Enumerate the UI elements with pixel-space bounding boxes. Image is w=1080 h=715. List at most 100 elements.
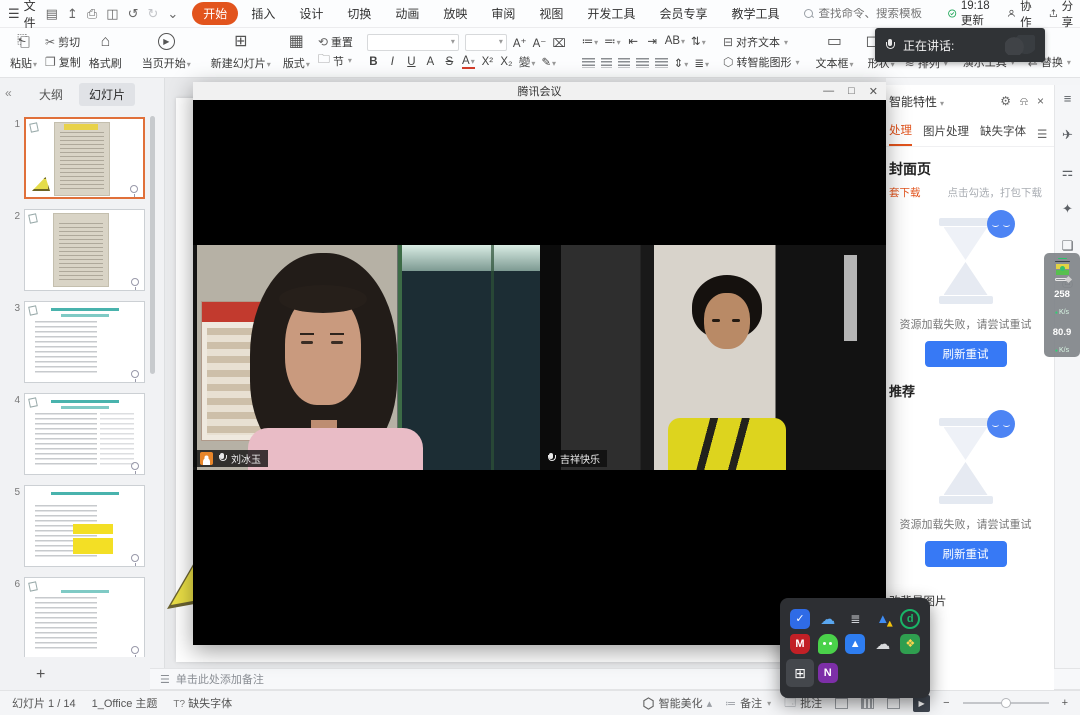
maximize-button[interactable]: □ bbox=[848, 85, 855, 98]
pane-tab-image[interactable]: 图片处理 bbox=[923, 123, 969, 145]
pane-title[interactable]: 智能特性 bbox=[889, 93, 944, 110]
char-spacing-button[interactable]: AB bbox=[665, 35, 685, 47]
slide-thumbnail-4[interactable]: 4 bbox=[0, 388, 165, 480]
slide-thumbnail-5[interactable]: 5 bbox=[0, 480, 165, 572]
tray-wechat-icon[interactable] bbox=[818, 634, 838, 654]
gear-icon[interactable]: ⚙ bbox=[1000, 94, 1011, 109]
tab-outline[interactable]: 大纲 bbox=[29, 83, 73, 106]
text-box-button[interactable]: ▭ 文本框 bbox=[809, 30, 859, 75]
format-painter-button[interactable]: ⌂ 格式刷 bbox=[83, 30, 128, 75]
tab-slides[interactable]: 幻灯片 bbox=[79, 83, 135, 106]
video-tile-1[interactable]: 刘冰玉 bbox=[193, 245, 540, 470]
redo-icon[interactable]: ↻ bbox=[147, 6, 158, 22]
align-center-button[interactable] bbox=[601, 58, 612, 68]
superscript-button[interactable]: X² bbox=[481, 56, 494, 68]
minimize-button[interactable]: — bbox=[823, 85, 834, 98]
meeting-titlebar[interactable]: 腾讯会议 — □ ✕ bbox=[193, 82, 886, 100]
pane-tab-missing-font[interactable]: 缺失字体 bbox=[980, 123, 1026, 145]
tray-d-app-icon[interactable]: d bbox=[900, 609, 920, 629]
align-right-button[interactable] bbox=[618, 58, 630, 68]
sort-button[interactable]: ⇅ bbox=[691, 34, 706, 48]
tab-view[interactable]: 视图 bbox=[528, 2, 574, 25]
tab-animation[interactable]: 动画 bbox=[384, 2, 430, 25]
section-button[interactable]: 🗀节 bbox=[318, 50, 353, 71]
italic-button[interactable]: I bbox=[386, 56, 399, 68]
retry-button-2[interactable]: 刷新重试 bbox=[925, 541, 1007, 567]
copy-button[interactable]: ❐复制 bbox=[45, 54, 81, 70]
print-icon[interactable]: ⎙ bbox=[87, 6, 97, 22]
numbering-button[interactable]: ≕ bbox=[604, 34, 621, 48]
share-button[interactable]: 分享 bbox=[1049, 0, 1078, 30]
align-text-button[interactable]: ⊟对齐文本 bbox=[723, 34, 800, 50]
zoom-out-button[interactable]: − bbox=[943, 697, 949, 709]
reset-button[interactable]: ⟲重置 bbox=[318, 34, 353, 50]
phonetic-guide-button[interactable]: 變 bbox=[519, 54, 536, 70]
outline-button[interactable]: A bbox=[424, 56, 437, 68]
tray-selected-cell[interactable]: ⊞ bbox=[786, 659, 814, 687]
pane-tab-menu-icon[interactable]: ☰ bbox=[1037, 127, 1047, 141]
tray-cloud-sync-icon[interactable]: ☁ bbox=[818, 609, 838, 629]
close-button[interactable]: ✕ bbox=[869, 85, 878, 98]
underline-button[interactable]: U bbox=[405, 56, 418, 68]
tray-map-alert-icon[interactable]: ▲ bbox=[873, 609, 893, 629]
slide-thumbnail-6[interactable]: 6 bbox=[0, 572, 165, 657]
tab-transition[interactable]: 切换 bbox=[336, 2, 382, 25]
bullets-button[interactable]: ≔ bbox=[582, 34, 599, 48]
tray-shield-icon[interactable]: ✓ bbox=[790, 609, 810, 629]
sorter-view-button[interactable] bbox=[861, 698, 874, 709]
tab-teaching[interactable]: 教学工具 bbox=[720, 2, 790, 25]
undo-icon[interactable]: ↺ bbox=[128, 6, 139, 22]
tab-member[interactable]: 会员专享 bbox=[648, 2, 718, 25]
paste-button[interactable]: ⎗ 粘贴 bbox=[4, 30, 43, 75]
tray-onenote-icon[interactable]: N bbox=[818, 663, 838, 683]
net-speed-widget[interactable]: 258 K/s 80.9 K/s bbox=[1044, 253, 1080, 357]
clear-format-button[interactable]: ⌧ bbox=[552, 36, 565, 50]
distribute-button[interactable] bbox=[655, 58, 668, 68]
bell-icon[interactable]: ⍾ bbox=[1020, 94, 1028, 109]
file-menu[interactable]: ☰ 文件 bbox=[8, 0, 36, 31]
justify-button[interactable] bbox=[636, 58, 649, 68]
increase-font-button[interactable]: A⁺ bbox=[513, 36, 527, 50]
rocket-icon[interactable]: ✈ bbox=[1062, 127, 1073, 143]
reading-view-button[interactable] bbox=[887, 698, 900, 709]
magic-wand-icon[interactable]: ✦ bbox=[1062, 201, 1073, 217]
new-slide-button[interactable]: ⊞ 新建幻灯片 bbox=[205, 30, 277, 75]
collapse-panel-icon[interactable]: « bbox=[5, 86, 12, 100]
tab-review[interactable]: 审阅 bbox=[480, 2, 526, 25]
bold-button[interactable]: B bbox=[367, 56, 380, 68]
export-icon[interactable]: ↥ bbox=[67, 6, 78, 22]
retry-button[interactable]: 刷新重试 bbox=[925, 341, 1007, 367]
close-pane-icon[interactable]: × bbox=[1037, 94, 1044, 109]
missing-font-indicator[interactable]: T? 缺失字体 bbox=[173, 695, 232, 711]
tray-mcafee-icon[interactable]: M bbox=[790, 634, 810, 654]
tune-icon[interactable]: ⚎ bbox=[1062, 164, 1074, 180]
strikethrough-button[interactable]: S bbox=[443, 56, 456, 68]
zoom-knob[interactable] bbox=[1001, 698, 1011, 708]
tab-slideshow[interactable]: 放映 bbox=[432, 2, 478, 25]
tray-browser-icon[interactable]: ▲ bbox=[845, 634, 865, 654]
font-color-button[interactable]: A bbox=[462, 56, 475, 69]
beautify-button[interactable]: 智能美化 ▴ bbox=[642, 695, 713, 711]
font-name-select[interactable] bbox=[367, 34, 459, 51]
decrease-indent-button[interactable]: ⇤ bbox=[627, 34, 640, 48]
tab-insert[interactable]: 插入 bbox=[240, 2, 286, 25]
align-left-button[interactable] bbox=[582, 58, 595, 68]
panel-scrollbar[interactable] bbox=[150, 116, 155, 374]
zoom-slider[interactable] bbox=[963, 702, 1049, 704]
tray-plugin-icon[interactable]: ❖ bbox=[900, 634, 920, 654]
normal-view-button[interactable] bbox=[835, 698, 848, 709]
slide-thumbnail-3[interactable]: 3 bbox=[0, 296, 165, 388]
cut-button[interactable]: ✂剪切 bbox=[45, 34, 81, 50]
notes-toggle-button[interactable]: ≔备注 bbox=[725, 695, 771, 711]
increase-indent-button[interactable]: ⇥ bbox=[646, 34, 659, 48]
layout-button[interactable]: ▦ 版式 bbox=[277, 30, 316, 75]
tab-devtools[interactable]: 开发工具 bbox=[576, 2, 646, 25]
slide-thumbnail-2[interactable]: 2 bbox=[0, 204, 165, 296]
download-cta[interactable]: 套下载 bbox=[889, 185, 921, 200]
drag-handle[interactable]: ≡ bbox=[1064, 91, 1072, 106]
tray-app-grid-icon[interactable]: ⊞ bbox=[790, 663, 810, 683]
more-icon[interactable]: ⌄ bbox=[167, 6, 178, 22]
to-smart-graphic-button[interactable]: ⬡转智能图形 bbox=[723, 54, 800, 70]
save-icon[interactable]: ▤ bbox=[46, 6, 58, 22]
sync-status[interactable]: 19:18更新 bbox=[948, 0, 994, 28]
